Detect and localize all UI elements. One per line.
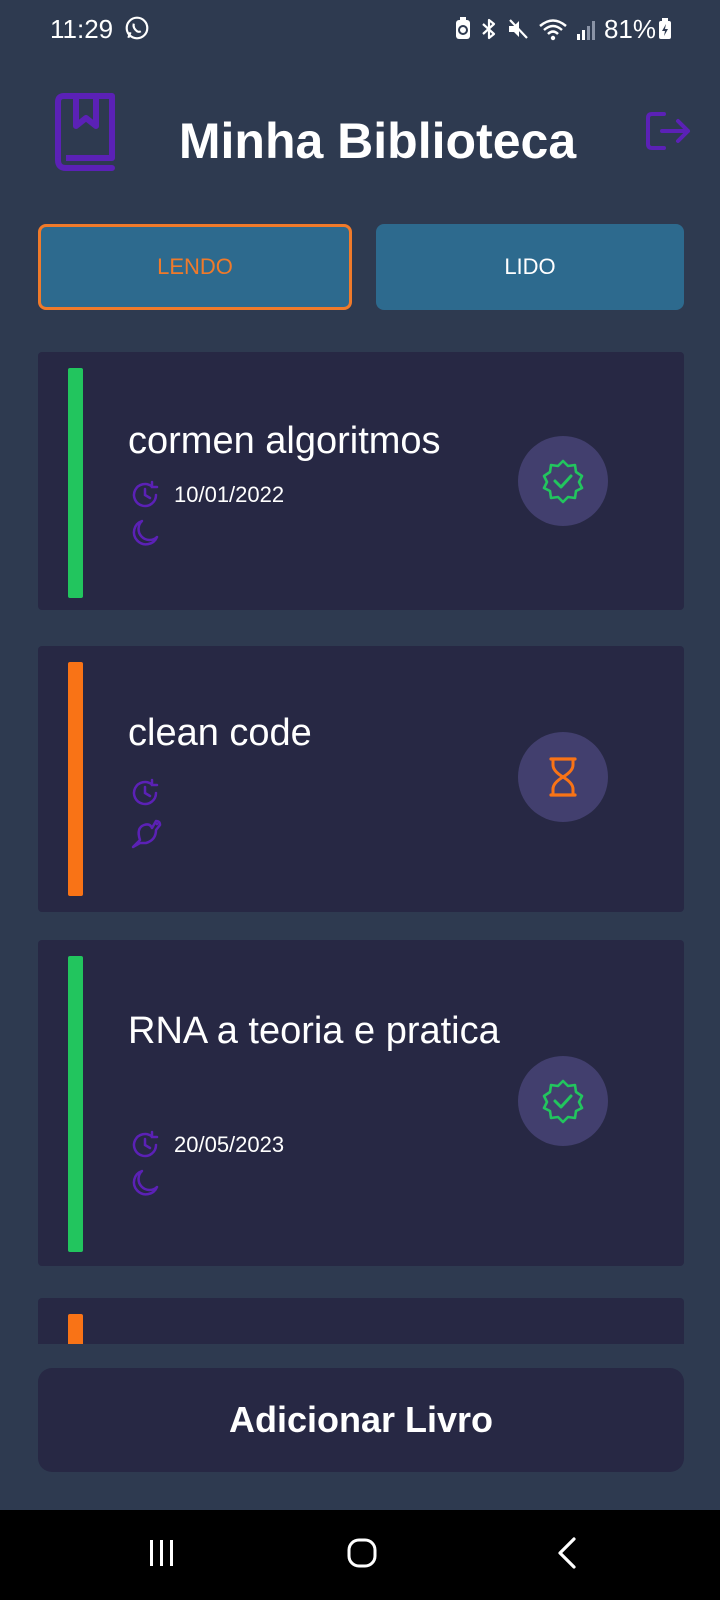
status-time: 11:29 xyxy=(50,14,114,44)
tab-lido[interactable]: LIDO xyxy=(376,224,684,310)
second-row xyxy=(130,1168,160,1198)
battery-saver-icon xyxy=(455,17,470,39)
home-icon[interactable] xyxy=(346,1537,378,1569)
battery-percent: 81% xyxy=(603,13,656,44)
status-icons: 81% xyxy=(454,13,656,44)
history-icon xyxy=(132,480,159,508)
bird-icon xyxy=(131,819,162,849)
bluetooth-icon xyxy=(482,18,496,40)
whatsapp-icon xyxy=(125,16,149,40)
book-title: clean code xyxy=(128,712,312,754)
status-bar: 11:29 81% xyxy=(0,0,720,60)
status-badge[interactable] xyxy=(518,1056,608,1146)
hourglass-icon xyxy=(549,757,577,797)
status-bar-indicator xyxy=(68,1314,83,1344)
moon-icon xyxy=(132,1169,159,1196)
signal-icon xyxy=(576,21,595,40)
book-card[interactable]: cormen algoritmos 10/01/2022 xyxy=(38,352,684,610)
navigation-bar xyxy=(0,1510,720,1600)
status-bar-indicator xyxy=(68,662,83,896)
wifi-icon xyxy=(539,19,567,41)
tab-lendo[interactable]: LENDO xyxy=(38,224,352,310)
page-title: Minha Biblioteca xyxy=(178,113,577,169)
book-title: RNA a teoria e pratica xyxy=(128,1010,500,1052)
header: Minha Biblioteca xyxy=(0,80,720,190)
status-bar-indicator xyxy=(68,368,83,598)
book-list[interactable]: cormen algoritmos 10/01/2022 clean code xyxy=(38,352,684,1344)
book-card[interactable] xyxy=(38,1298,684,1344)
logout-icon[interactable] xyxy=(646,108,692,154)
finish-date: 20/05/2023 xyxy=(174,1132,285,1157)
add-book-button[interactable]: Adicionar Livro xyxy=(38,1368,684,1472)
mute-icon xyxy=(508,19,528,39)
verified-badge-icon xyxy=(542,459,584,504)
date-row xyxy=(130,778,174,808)
book-title: cormen algoritmos xyxy=(128,420,441,462)
finish-date: 10/01/2022 xyxy=(174,482,285,507)
verified-badge-icon xyxy=(542,1079,584,1124)
book-card[interactable]: RNA a teoria e pratica 20/05/2023 xyxy=(38,940,684,1266)
history-icon xyxy=(132,1130,159,1158)
second-row xyxy=(130,518,160,548)
status-badge[interactable] xyxy=(518,732,608,822)
second-row xyxy=(130,816,164,850)
back-icon[interactable] xyxy=(556,1536,578,1570)
recents-icon[interactable] xyxy=(148,1538,176,1568)
book-card[interactable]: clean code xyxy=(38,646,684,912)
battery-icon xyxy=(659,18,671,39)
date-row: 10/01/2022 xyxy=(130,480,284,510)
moon-icon xyxy=(132,519,159,546)
status-bar-indicator xyxy=(68,956,83,1252)
history-icon xyxy=(132,778,159,806)
status-badge[interactable] xyxy=(518,436,608,526)
date-row: 20/05/2023 xyxy=(130,1130,284,1160)
